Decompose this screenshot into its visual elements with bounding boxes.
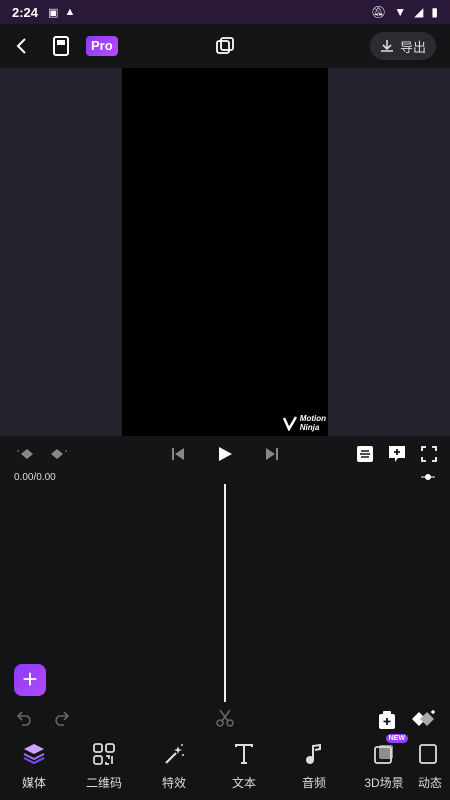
image-notification-icon: ▣ (48, 6, 59, 19)
status-time: 2:24 (12, 4, 39, 20)
tab-text[interactable]: 文本 (214, 740, 274, 791)
tab-3d-scene[interactable]: NEW 3D场景 (354, 734, 414, 791)
battery-icon: ▮ (431, 5, 438, 19)
motion-ninja-watermark[interactable]: Motion Ninja (282, 414, 326, 432)
watermark-line1: Motion (299, 414, 326, 423)
aspect-ratio-icon[interactable] (214, 35, 236, 57)
split-scissors-icon[interactable] (215, 708, 235, 728)
text-notification-icon: ▲ (64, 6, 76, 18)
timeline-zoom-icon[interactable] (420, 470, 436, 482)
watermark-line2: Ninja (299, 423, 320, 432)
tab-effects[interactable]: 特效 (144, 740, 204, 791)
tab-label: 音频 (301, 776, 326, 790)
add-keyframe-icon[interactable] (387, 444, 407, 464)
signal-icon: ◢ (414, 5, 424, 19)
status-bar: 2:24 ▣ ▲ 🔕︎ ▼ ◢ ▮ (0, 0, 450, 24)
wifi-icon: ▼ (394, 5, 407, 19)
bottom-toolbar: 媒体 二维码 特效 文本 音频 NEW 3D场景 动态 (0, 732, 450, 800)
qr-code-icon (74, 740, 134, 768)
tab-label: 文本 (231, 776, 256, 790)
skip-forward-icon[interactable] (262, 444, 282, 464)
timeline-area[interactable] (0, 484, 450, 706)
tab-audio[interactable]: 音频 (284, 740, 344, 791)
motion-ninja-logo-icon (282, 416, 297, 431)
preview-area: Motion Ninja (0, 68, 450, 436)
top-bar: Pro 导出 (0, 24, 450, 68)
undo-icon[interactable] (16, 710, 36, 728)
play-icon[interactable] (215, 444, 235, 464)
mute-icon: 🔕︎ (371, 5, 387, 19)
tab-label: 动态 (418, 776, 443, 790)
text-icon (214, 740, 274, 768)
timecode: 0.00/0.00 (14, 472, 56, 483)
skip-back-icon[interactable] (168, 444, 188, 464)
add-clip-icon[interactable] (378, 710, 398, 730)
add-media-button[interactable]: + (14, 664, 46, 696)
tab-motion[interactable]: 动态 (418, 740, 450, 791)
tab-media[interactable]: 媒体 (4, 740, 64, 791)
export-label: 导出 (399, 39, 426, 55)
layers-stack-icon (4, 740, 64, 768)
prev-keyframe-icon[interactable] (16, 444, 36, 464)
motion-icon (418, 740, 450, 768)
fullscreen-icon[interactable] (419, 444, 439, 464)
playback-controls (0, 436, 450, 472)
project-settings-icon[interactable] (50, 34, 72, 58)
video-canvas[interactable]: Motion Ninja (122, 68, 328, 436)
tab-qr-code[interactable]: 二维码 (74, 740, 134, 791)
redo-icon[interactable] (52, 710, 72, 728)
magic-wand-icon (144, 740, 204, 768)
tab-label: 特效 (161, 776, 186, 790)
tab-label: 3D场景 (364, 776, 404, 790)
transition-icon[interactable] (410, 708, 438, 730)
download-icon (380, 40, 393, 52)
music-note-icon (284, 740, 344, 768)
3d-scene-icon: NEW (354, 734, 414, 768)
align-icon[interactable] (355, 444, 375, 464)
next-keyframe-icon[interactable] (48, 444, 68, 464)
playhead[interactable] (224, 484, 226, 702)
tab-label: 媒体 (21, 776, 46, 790)
tab-label: 二维码 (85, 776, 122, 790)
export-button[interactable]: 导出 (370, 32, 436, 60)
back-icon[interactable] (10, 34, 34, 58)
new-badge: NEW (385, 734, 408, 743)
pro-badge[interactable]: Pro (86, 36, 118, 56)
